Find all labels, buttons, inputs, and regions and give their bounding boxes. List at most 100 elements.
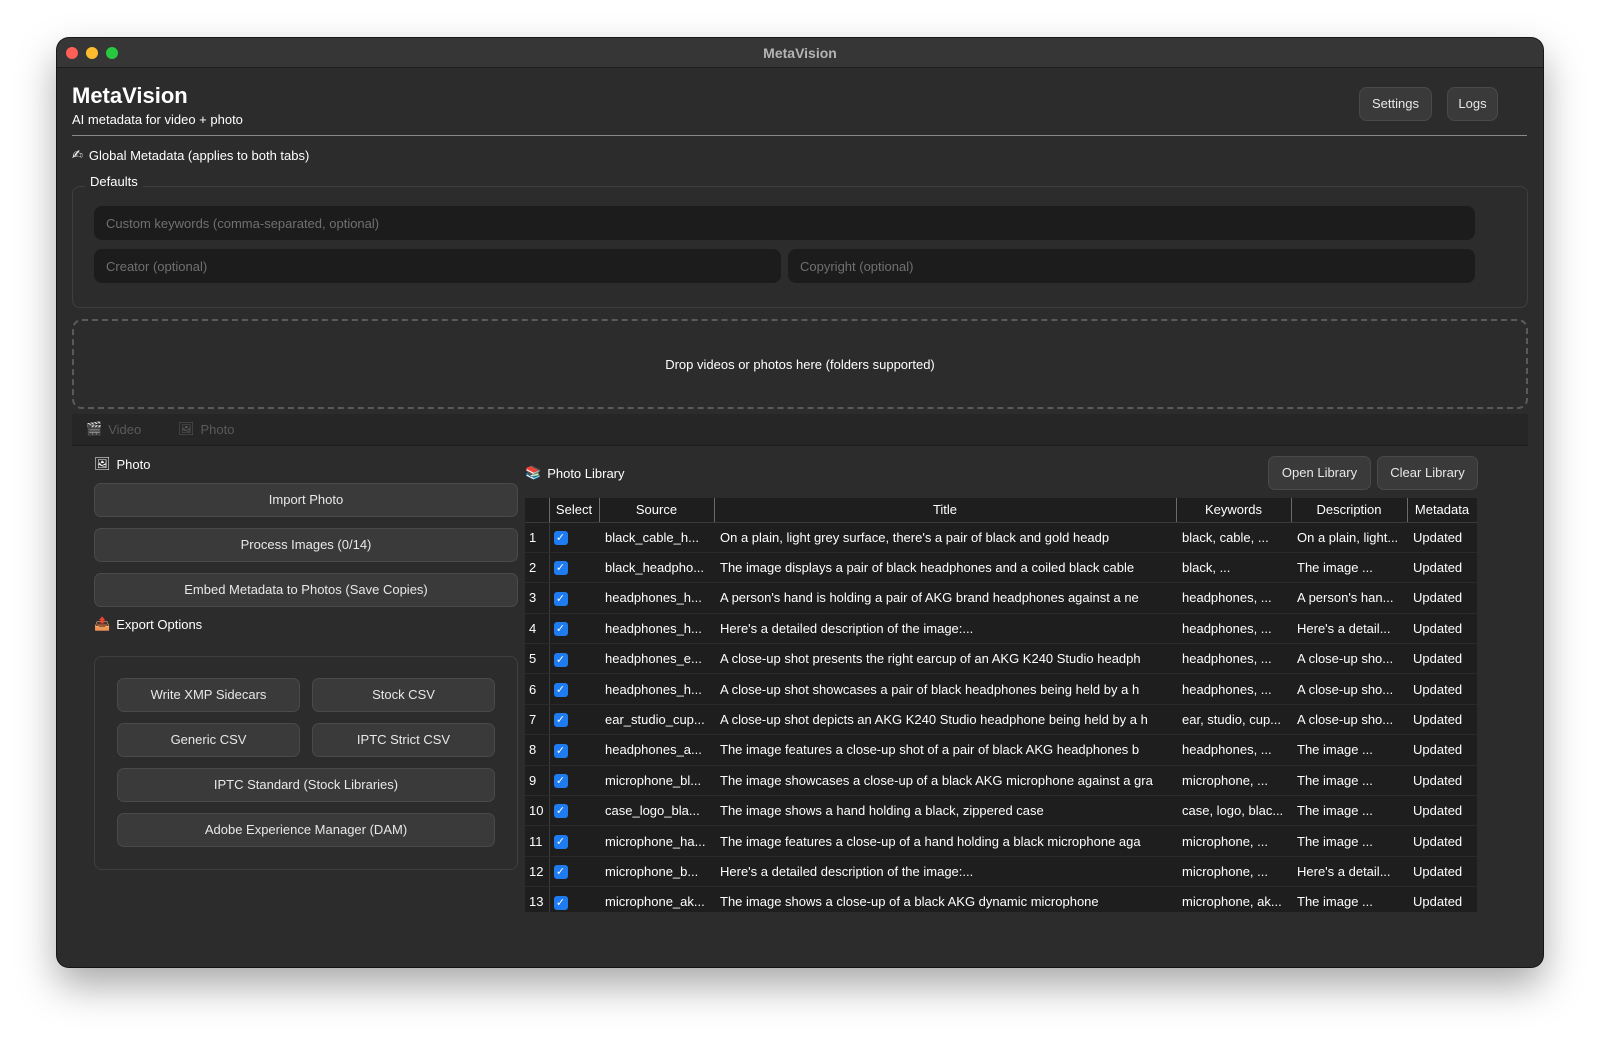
title-cell: A close-up shot showcases a pair of blac… xyxy=(714,673,1176,705)
select-cell: ✓ xyxy=(549,795,599,827)
select-cell: ✓ xyxy=(549,522,599,553)
select-cell: ✓ xyxy=(549,643,599,675)
select-cell: ✓ xyxy=(549,704,599,736)
table-row[interactable]: 4 ✓ headphones_h... Here's a detailed descr… xyxy=(525,613,1477,645)
column-header-keywords[interactable]: Keywords xyxy=(1176,498,1292,523)
table-row[interactable]: 7 ✓ ear_studio_cup... A close-up shot depic… xyxy=(525,704,1477,736)
books-icon: 📚 xyxy=(525,466,542,481)
select-checkbox[interactable]: ✓ xyxy=(553,622,568,637)
write-xmp-sidecars-button[interactable]: Write XMP Sidecars xyxy=(117,678,300,712)
table-row[interactable]: 6 ✓ headphones_h... A close-up shot showcas… xyxy=(525,673,1477,705)
row-number: 1 xyxy=(525,522,550,553)
open-library-button[interactable]: Open Library xyxy=(1268,456,1371,490)
table-row[interactable]: 11 ✓ microphone_ha... The image features a … xyxy=(525,825,1477,857)
table-row[interactable]: 3 ✓ headphones_h... A person's hand is hold… xyxy=(525,582,1477,614)
description-cell: On a plain, light... xyxy=(1291,522,1407,553)
column-header-metadata[interactable]: Metadata xyxy=(1407,498,1477,523)
description-cell: The image ... xyxy=(1291,825,1407,857)
photo-library-table: Select Source Title Keywords Description… xyxy=(525,498,1477,912)
tab-photo[interactable]: 🖼 Photo xyxy=(178,422,235,437)
keywords-cell: headphones, ... xyxy=(1176,643,1291,675)
description-cell: The image ... xyxy=(1291,734,1407,766)
select-checkbox[interactable]: ✓ xyxy=(553,561,568,576)
source-cell: ear_studio_cup... xyxy=(599,704,714,736)
select-cell: ✓ xyxy=(549,825,599,857)
description-cell: A close-up sho... xyxy=(1291,673,1407,705)
dropzone[interactable]: Drop videos or photos here (folders supp… xyxy=(72,319,1528,409)
embed-metadata-button[interactable]: Embed Metadata to Photos (Save Copies) xyxy=(94,573,518,607)
title-cell: A person's hand is holding a pair of AKG… xyxy=(714,582,1176,614)
logs-button[interactable]: Logs xyxy=(1447,87,1498,121)
keywords-cell: microphone, ... xyxy=(1176,765,1291,797)
select-checkbox[interactable]: ✓ xyxy=(553,895,568,910)
keywords-cell: black, cable, ... xyxy=(1176,522,1291,553)
creator-input[interactable] xyxy=(94,249,781,283)
select-cell: ✓ xyxy=(549,734,599,766)
description-cell: The image ... xyxy=(1291,795,1407,827)
select-checkbox[interactable]: ✓ xyxy=(553,682,568,697)
titlebar: MetaVision xyxy=(57,38,1543,68)
app-window: MetaVision MetaVision AI metadata for vi… xyxy=(57,38,1543,967)
row-number: 4 xyxy=(525,613,550,645)
table-row[interactable]: 1 ✓ black_cable_h... On a plain, light grey… xyxy=(525,522,1477,553)
select-checkbox[interactable]: ✓ xyxy=(553,804,568,819)
tab-bar: 🎬 Video 🖼 Photo xyxy=(72,414,1528,446)
table-row[interactable]: 2 ✓ black_headpho... The image displays a p… xyxy=(525,552,1477,584)
keywords-cell: microphone, ... xyxy=(1176,856,1291,888)
row-number: 9 xyxy=(525,765,550,797)
select-checkbox[interactable]: ✓ xyxy=(553,652,568,667)
title-cell: The image shows a close-up of a black AK… xyxy=(714,886,1176,912)
adobe-dam-button[interactable]: Adobe Experience Manager (DAM) xyxy=(117,813,495,847)
source-cell: black_headpho... xyxy=(599,552,714,584)
column-header-select[interactable]: Select xyxy=(549,498,600,523)
metadata-status-cell: Updated xyxy=(1407,582,1477,614)
select-checkbox[interactable]: ✓ xyxy=(553,591,568,606)
import-photo-button[interactable]: Import Photo xyxy=(94,483,518,517)
description-cell: A close-up sho... xyxy=(1291,704,1407,736)
defaults-legend: Defaults xyxy=(85,174,143,189)
title-cell: The image features a close-up shot of a … xyxy=(714,734,1176,766)
photo-panel-text: Photo xyxy=(116,457,151,472)
select-checkbox[interactable]: ✓ xyxy=(553,774,568,789)
defaults-group xyxy=(72,186,1528,308)
clear-library-button[interactable]: Clear Library xyxy=(1377,456,1478,490)
table-row[interactable]: 9 ✓ microphone_bl... The image showcases a … xyxy=(525,765,1477,797)
row-number: 10 xyxy=(525,795,550,827)
title-cell: Here's a detailed description of the ima… xyxy=(714,613,1176,645)
stock-csv-button[interactable]: Stock CSV xyxy=(312,678,495,712)
row-number: 12 xyxy=(525,856,550,888)
table-row[interactable]: 13 ✓ microphone_ak... The image shows a clo… xyxy=(525,886,1477,912)
select-checkbox[interactable]: ✓ xyxy=(553,865,568,880)
table-row[interactable]: 10 ✓ case_logo_bla... The image shows a han… xyxy=(525,795,1477,827)
row-number: 8 xyxy=(525,734,550,766)
custom-keywords-input[interactable] xyxy=(94,206,1475,240)
table-row[interactable]: 8 ✓ headphones_a... The image features a cl… xyxy=(525,734,1477,766)
select-checkbox[interactable]: ✓ xyxy=(553,834,568,849)
source-cell: headphones_h... xyxy=(599,582,714,614)
table-row[interactable]: 12 ✓ microphone_b... Here's a detailed desc… xyxy=(525,856,1477,888)
settings-button[interactable]: Settings xyxy=(1359,87,1432,121)
select-checkbox[interactable]: ✓ xyxy=(553,530,568,545)
description-cell: A person's han... xyxy=(1291,582,1407,614)
copyright-input[interactable] xyxy=(788,249,1475,283)
select-cell: ✓ xyxy=(549,582,599,614)
tab-video[interactable]: 🎬 Video xyxy=(86,422,141,437)
source-cell: microphone_ak... xyxy=(599,886,714,912)
table-header-row: Select Source Title Keywords Description… xyxy=(525,498,1477,523)
iptc-standard-button[interactable]: IPTC Standard (Stock Libraries) xyxy=(117,768,495,802)
generic-csv-button[interactable]: Generic CSV xyxy=(117,723,300,757)
photo-library-label: 📚 Photo Library xyxy=(525,466,625,481)
column-header-source[interactable]: Source xyxy=(599,498,715,523)
column-header-description[interactable]: Description xyxy=(1291,498,1408,523)
select-cell: ✓ xyxy=(549,856,599,888)
select-checkbox[interactable]: ✓ xyxy=(553,713,568,728)
process-images-button[interactable]: Process Images (0/14) xyxy=(94,528,518,562)
select-checkbox[interactable]: ✓ xyxy=(553,743,568,758)
table-row[interactable]: 5 ✓ headphones_e... A close-up shot present… xyxy=(525,643,1477,675)
iptc-strict-csv-button[interactable]: IPTC Strict CSV xyxy=(312,723,495,757)
keywords-cell: headphones, ... xyxy=(1176,734,1291,766)
keywords-cell: case, logo, blac... xyxy=(1176,795,1291,827)
row-number-header xyxy=(525,498,550,523)
column-header-title[interactable]: Title xyxy=(714,498,1177,523)
source-cell: headphones_h... xyxy=(599,673,714,705)
